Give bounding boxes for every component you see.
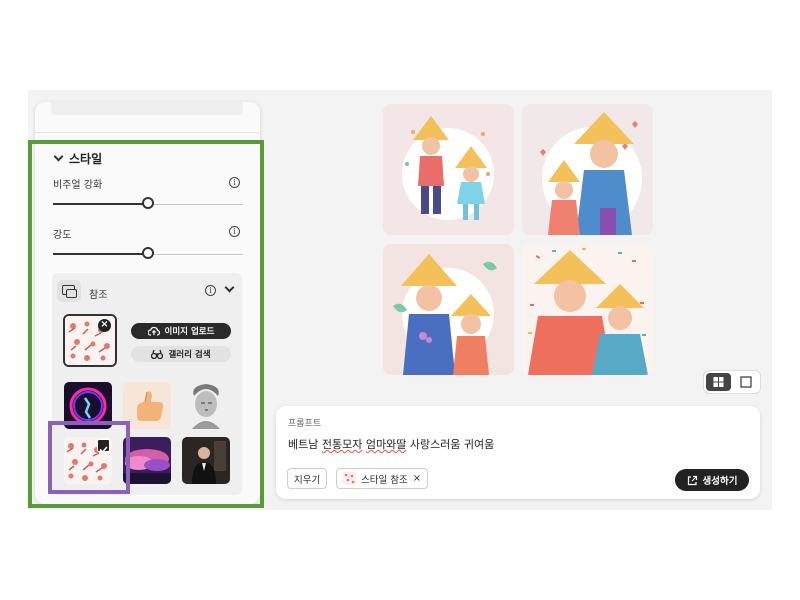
prompt-text-segment: 베트남 xyxy=(288,438,322,451)
grid-view-icon[interactable] xyxy=(706,373,731,391)
prompt-text-misspelled: 전통모자 xyxy=(321,438,363,451)
prompt-input[interactable]: 베트남 전통모자 엄마와딸 사랑스러움 귀여움 xyxy=(288,436,494,452)
prompt-box: 프롬프트 베트남 전통모자 엄마와딸 사랑스러움 귀여움 지우기 스타일 참조 … xyxy=(276,406,760,499)
prompt-text-misspelled: 엄마와딸 xyxy=(365,438,407,451)
panel-top-stub xyxy=(51,102,243,115)
style-reference-thumbnail-icon xyxy=(343,472,356,485)
generate-button-label: 생성하기 xyxy=(702,476,738,487)
generated-image-1[interactable] xyxy=(383,104,514,235)
clear-button[interactable]: 지우기 xyxy=(287,468,328,489)
prompt-text-segment: 사랑스러움 귀여움 xyxy=(406,438,495,451)
generate-button[interactable]: 생성하기 xyxy=(675,469,749,491)
prompt-label: 프롬프트 xyxy=(288,419,322,429)
single-view-icon[interactable] xyxy=(734,373,758,391)
style-reference-chip: 스타일 참조 × xyxy=(336,468,429,489)
generated-image-2[interactable] xyxy=(522,104,653,235)
selected-reference-highlight xyxy=(48,421,130,494)
generated-image-4[interactable] xyxy=(522,244,653,375)
style-reference-chip-label: 스타일 참조 xyxy=(361,474,408,486)
generated-image-3[interactable] xyxy=(383,244,514,375)
view-toggle xyxy=(704,371,760,393)
close-icon[interactable]: × xyxy=(413,473,421,484)
open-in-new-icon xyxy=(687,475,697,485)
clear-button-label: 지우기 xyxy=(294,474,321,486)
panel-divider xyxy=(35,132,260,133)
